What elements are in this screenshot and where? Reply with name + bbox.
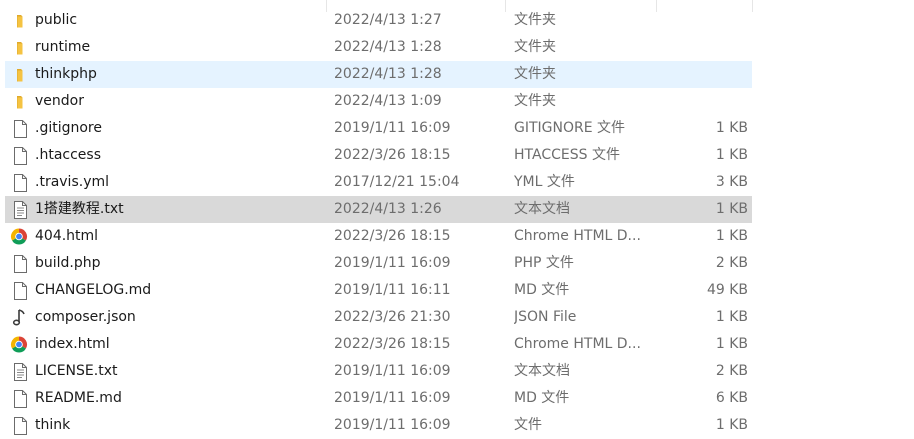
file-row[interactable]: think 2019/1/11 16:09 文件 1 KB <box>5 412 752 439</box>
file-size: 1 KB <box>715 336 748 352</box>
modified-date: 2022/3/26 18:15 <box>334 147 451 163</box>
modified-date: 2019/1/11 16:09 <box>334 363 451 379</box>
modified-date: 2019/1/11 16:11 <box>334 282 451 298</box>
file-icon <box>9 143 31 168</box>
modified-date: 2017/12/21 15:04 <box>334 174 460 190</box>
file-size <box>656 89 748 114</box>
modified-date: 2019/1/11 16:09 <box>334 120 451 136</box>
text-file-icon <box>9 197 31 222</box>
modified-date: 2019/1/11 16:09 <box>334 390 451 406</box>
file-type: 文本文档 <box>514 363 570 379</box>
modified-date: 2022/4/13 1:28 <box>334 66 442 82</box>
file-row[interactable]: build.php 2019/1/11 16:09 PHP 文件 2 KB <box>5 250 752 277</box>
modified-date: 2022/4/13 1:09 <box>334 93 442 109</box>
file-type: MD 文件 <box>514 282 570 298</box>
file-name: composer.json <box>35 309 136 325</box>
file-row[interactable]: 1搭建教程.txt 2022/4/13 1:26 文本文档 1 KB <box>5 196 752 223</box>
file-icon <box>9 386 31 411</box>
modified-date: 2022/4/13 1:28 <box>334 39 442 55</box>
modified-date: 2022/4/13 1:26 <box>334 201 442 217</box>
modified-date: 2022/4/13 1:27 <box>334 12 442 28</box>
file-name: think <box>35 417 71 433</box>
file-size: 49 KB <box>706 282 748 298</box>
file-name: runtime <box>35 39 91 55</box>
file-type: MD 文件 <box>514 390 570 406</box>
file-type: YML 文件 <box>514 174 575 190</box>
file-size: 2 KB <box>715 363 748 379</box>
file-row[interactable]: .travis.yml 2017/12/21 15:04 YML 文件 3 KB <box>5 169 752 196</box>
chrome-icon <box>9 332 31 357</box>
file-icon <box>9 413 31 438</box>
file-row[interactable]: README.md 2019/1/11 16:09 MD 文件 6 KB <box>5 385 752 412</box>
file-name: .htaccess <box>35 147 101 163</box>
file-type: 文本文档 <box>514 201 570 217</box>
file-name: .travis.yml <box>35 174 110 190</box>
file-size <box>656 62 748 87</box>
file-row[interactable]: index.html 2022/3/26 18:15 Chrome HTML D..… <box>5 331 752 358</box>
file-size <box>656 8 748 33</box>
file-name: 1搭建教程.txt <box>35 201 124 217</box>
file-row[interactable]: .htaccess 2022/3/26 18:15 HTACCESS 文件 1 KB <box>5 142 752 169</box>
file-type: GITIGNORE 文件 <box>514 120 626 136</box>
file-name: .gitignore <box>35 120 102 136</box>
file-row[interactable]: CHANGELOG.md 2019/1/11 16:11 MD 文件 49 KB <box>5 277 752 304</box>
file-size: 1 KB <box>715 201 748 217</box>
folder-icon <box>9 89 31 114</box>
file-name: README.md <box>35 390 122 406</box>
file-name: build.php <box>35 255 101 271</box>
modified-date: 2019/1/11 16:09 <box>334 417 451 433</box>
text-file-icon <box>9 359 31 384</box>
file-size: 1 KB <box>715 147 748 163</box>
column-divider[interactable] <box>752 0 753 12</box>
file-row[interactable]: LICENSE.txt 2019/1/11 16:09 文本文档 2 KB <box>5 358 752 385</box>
file-type: 文件夹 <box>514 39 556 55</box>
file-type: Chrome HTML D... <box>514 228 641 244</box>
file-type: PHP 文件 <box>514 255 574 271</box>
file-type: 文件夹 <box>514 93 556 109</box>
file-name: thinkphp <box>35 66 97 82</box>
file-row[interactable]: 404.html 2022/3/26 18:15 Chrome HTML D... 1… <box>5 223 752 250</box>
modified-date: 2022/3/26 18:15 <box>334 228 451 244</box>
file-size: 1 KB <box>715 120 748 136</box>
file-name: public <box>35 12 78 28</box>
file-icon <box>9 116 31 141</box>
file-icon <box>9 278 31 303</box>
modified-date: 2022/3/26 21:30 <box>334 309 451 325</box>
file-type: Chrome HTML D... <box>514 336 641 352</box>
file-size: 1 KB <box>715 309 748 325</box>
file-name: index.html <box>35 336 110 352</box>
file-type: 文件夹 <box>514 12 556 28</box>
file-size: 1 KB <box>715 228 748 244</box>
file-icon <box>9 170 31 195</box>
folder-row[interactable]: runtime 2022/4/13 1:28 文件夹 <box>5 34 752 61</box>
modified-date: 2022/3/26 18:15 <box>334 336 451 352</box>
file-name: CHANGELOG.md <box>35 282 152 298</box>
file-size: 6 KB <box>715 390 748 406</box>
file-size: 1 KB <box>715 417 748 433</box>
file-type: HTACCESS 文件 <box>514 147 620 163</box>
folder-icon <box>9 35 31 60</box>
folder-row[interactable]: public 2022/4/13 1:27 文件夹 <box>5 7 752 34</box>
file-row[interactable]: .gitignore 2019/1/11 16:09 GITIGNORE 文件 1 K… <box>5 115 752 142</box>
file-size: 2 KB <box>715 255 748 271</box>
folder-icon <box>9 62 31 87</box>
file-row[interactable]: composer.json 2022/3/26 21:30 JSON File 1 K… <box>5 304 752 331</box>
file-type: 文件夹 <box>514 66 556 82</box>
modified-date: 2019/1/11 16:09 <box>334 255 451 271</box>
file-name: vendor <box>35 93 84 109</box>
file-size <box>656 35 748 60</box>
folder-row[interactable]: thinkphp 2022/4/13 1:28 文件夹 <box>5 61 752 88</box>
file-type: 文件 <box>514 417 542 433</box>
file-name: LICENSE.txt <box>35 363 118 379</box>
chrome-icon <box>9 224 31 249</box>
file-icon <box>9 251 31 276</box>
folder-row[interactable]: vendor 2022/4/13 1:09 文件夹 <box>5 88 752 115</box>
file-type: JSON File <box>514 309 577 325</box>
json-file-icon <box>9 305 31 330</box>
file-size: 3 KB <box>715 174 748 190</box>
folder-icon <box>9 8 31 33</box>
file-name: 404.html <box>35 228 99 244</box>
